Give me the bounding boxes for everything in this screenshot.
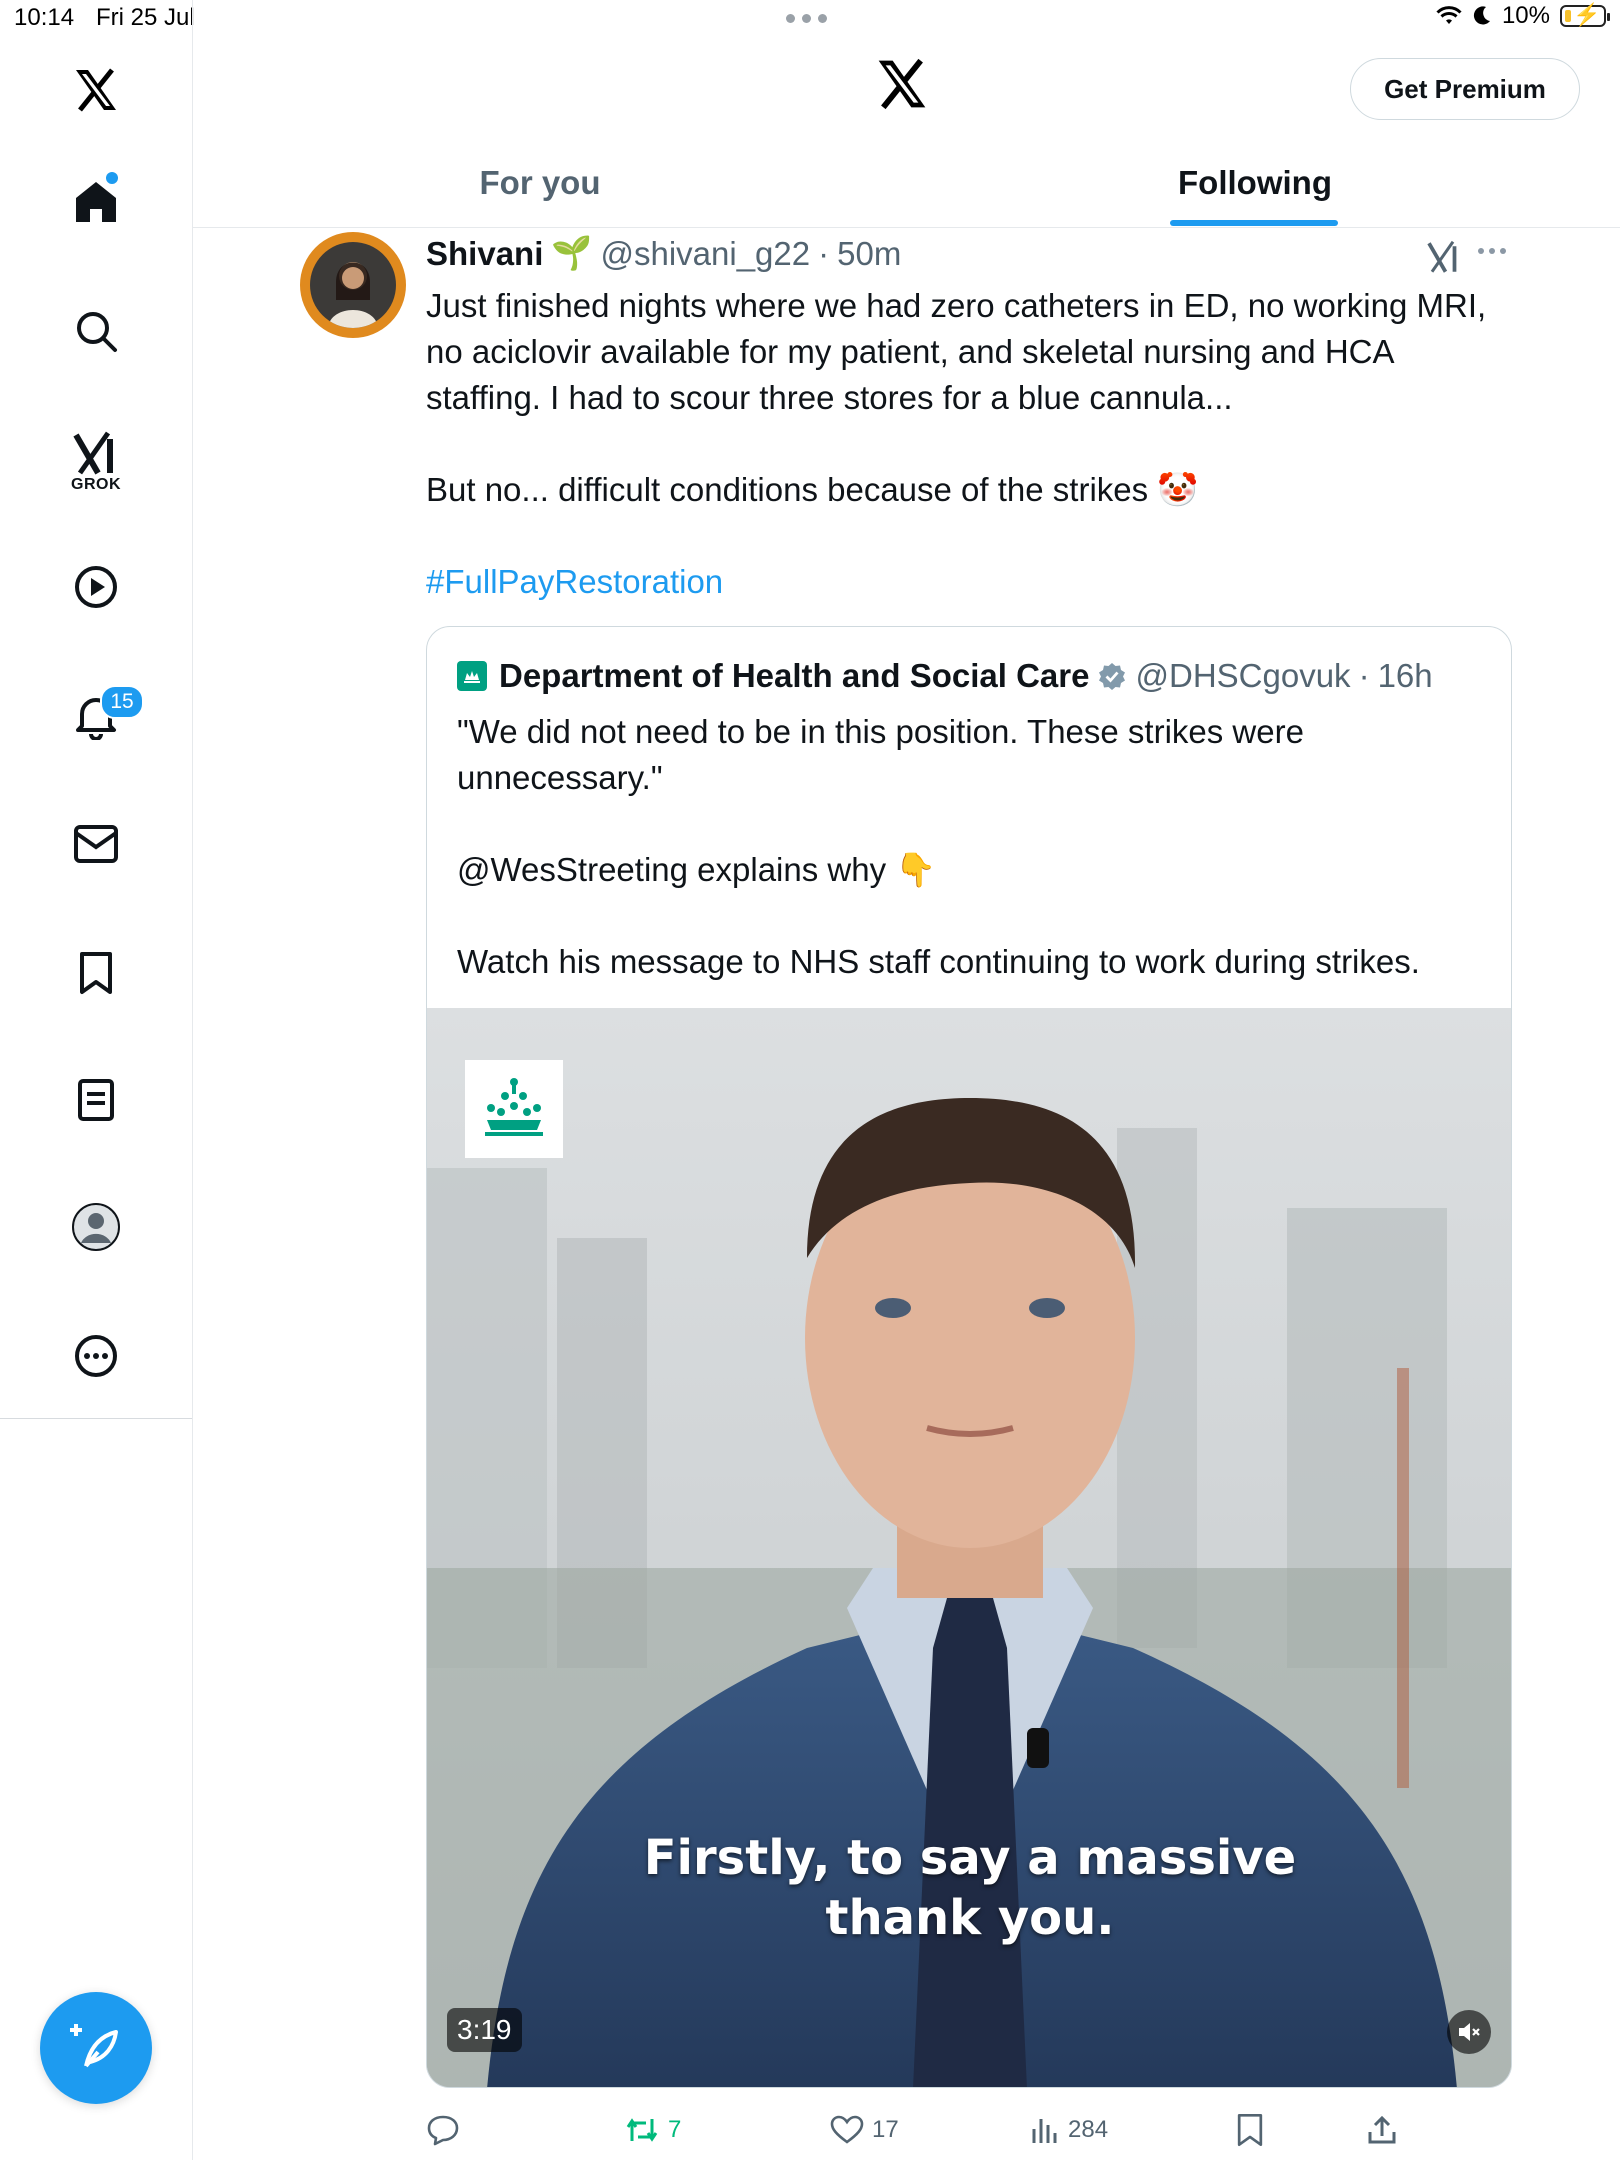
more-circle-icon — [75, 1335, 117, 1377]
wifi-icon — [1436, 6, 1462, 24]
views-button[interactable]: 284 — [1030, 2108, 1108, 2152]
compose-feather-icon — [70, 2024, 118, 2068]
home-icon — [76, 182, 116, 222]
quoted-line: unnecessary." — [457, 759, 663, 796]
pointing-down-emoji: 👇 — [895, 851, 937, 888]
grok-label: GROK — [71, 476, 121, 493]
subtitle-line: thank you. — [825, 1890, 1115, 1946]
like-button[interactable]: 17 — [830, 2108, 899, 2152]
sidebar-item-bookmarks[interactable] — [60, 937, 132, 1009]
dhsc-logo-icon — [457, 661, 487, 691]
video-player[interactable]: Firstly, to say a massive thank you. 3:1… — [427, 1008, 1511, 2087]
speaker-muted-icon — [1459, 2023, 1480, 2041]
author-avatar[interactable] — [300, 232, 406, 338]
grok-explain-icon[interactable] — [1426, 238, 1462, 279]
grok-icon — [73, 431, 113, 475]
reply-button[interactable] — [426, 2108, 460, 2152]
multitasking-dots[interactable] — [786, 14, 830, 24]
sidebar-divider — [0, 1418, 192, 1419]
tab-following[interactable]: Following — [1155, 158, 1355, 208]
separator-dot: · — [818, 234, 830, 272]
tweet-more-icon[interactable] — [1478, 248, 1506, 254]
quoted-tweet-time[interactable]: 16h — [1378, 657, 1433, 695]
compose-button[interactable] — [40, 1992, 152, 2104]
repost-icon — [626, 2118, 658, 2142]
author-emoji: 🌱 — [551, 234, 593, 271]
repost-count: 7 — [668, 2116, 682, 2143]
like-count: 17 — [872, 2116, 899, 2143]
profile-icon — [72, 1203, 120, 1251]
tab-for-you[interactable]: For you — [420, 158, 660, 208]
quoted-author-name[interactable]: Department of Health and Social Care — [499, 657, 1089, 695]
quoted-line: Watch his message to NHS staff continuin… — [457, 943, 1420, 980]
video-duration: 3:19 — [447, 2008, 522, 2052]
reply-icon — [427, 2115, 459, 2146]
video-subtitle: Firstly, to say a massive thank you. — [427, 1828, 1511, 1948]
mail-icon — [74, 825, 118, 863]
separator-dot: · — [1358, 657, 1370, 694]
tweet-author-line: Shivani 🌱 @shivani_g22 · 50m — [426, 234, 901, 273]
play-icon — [75, 566, 117, 608]
quoted-tweet[interactable]: Department of Health and Social Care @DH… — [426, 626, 1512, 2088]
views-chart-icon — [1032, 2119, 1057, 2143]
quoted-tweet-text: "We did not need to be in this position.… — [457, 709, 1487, 985]
sidebar-item-home[interactable] — [60, 166, 132, 238]
x-logo-header-icon[interactable] — [874, 56, 934, 120]
mention-link[interactable]: @WesStreeting — [457, 851, 688, 888]
share-icon — [1368, 2115, 1396, 2144]
repost-button[interactable]: 7 — [624, 2108, 681, 2152]
tweet-actions: 7 17 284 — [426, 2108, 1526, 2152]
subtitle-line: Firstly, to say a massive — [643, 1830, 1297, 1886]
bookmark-button[interactable] — [1236, 2108, 1264, 2152]
sidebar-item-profile[interactable] — [60, 1191, 132, 1263]
quoted-tweet-header: Department of Health and Social Care @DH… — [457, 657, 1433, 695]
quoted-line: @WesStreeting explains why 👇 — [457, 851, 937, 888]
verified-badge-icon — [1099, 663, 1126, 690]
heart-icon — [830, 2115, 864, 2144]
tweet-line: staffing. I had to scour three stores fo… — [426, 379, 1233, 416]
dhsc-crest-icon — [465, 1060, 563, 1158]
quoted-line: "We did not need to be in this position.… — [457, 713, 1304, 750]
bookmark-icon — [1237, 2113, 1263, 2147]
share-button[interactable] — [1366, 2108, 1398, 2152]
mute-button[interactable] — [1447, 2010, 1491, 2054]
sidebar-item-more[interactable] — [60, 1320, 132, 1392]
sidebar-item-video[interactable] — [60, 551, 132, 623]
header-divider — [192, 227, 1620, 228]
author-name[interactable]: Shivani — [426, 235, 543, 273]
get-premium-button[interactable]: Get Premium — [1350, 58, 1580, 120]
quoted-author-handle[interactable]: @DHSCgovuk — [1135, 657, 1350, 695]
hashtag-link[interactable]: #FullPayRestoration — [426, 559, 1526, 605]
home-new-indicator — [106, 172, 118, 184]
sidebar-item-explore[interactable] — [60, 295, 132, 367]
x-logo-icon[interactable] — [60, 54, 132, 126]
list-icon — [78, 1079, 114, 1121]
clown-emoji: 🤡 — [1157, 471, 1199, 508]
moon-icon — [1473, 6, 1490, 25]
tweet-time[interactable]: 50m — [837, 235, 901, 273]
views-count: 284 — [1068, 2116, 1109, 2143]
battery-percent: 10% — [1501, 2, 1550, 29]
tweet-line: no aciclovir available for my patient, a… — [426, 333, 1395, 370]
tweet-line: Just finished nights where we had zero c… — [426, 287, 1487, 324]
bookmark-icon — [80, 952, 112, 994]
tweet-line: But no... difficult conditions because o… — [426, 471, 1199, 508]
author-handle[interactable]: @shivani_g22 — [600, 235, 810, 273]
search-icon — [77, 312, 117, 352]
status-indicators: 10% ⚡ — [1436, 2, 1610, 30]
notifications-badge: 15 — [100, 685, 144, 719]
tweet-text: Just finished nights where we had zero c… — [426, 283, 1526, 605]
sidebar-item-lists[interactable] — [60, 1064, 132, 1136]
active-tab-indicator — [1170, 220, 1338, 226]
sidebar-item-messages[interactable] — [60, 808, 132, 880]
battery-icon: ⚡ — [1560, 2, 1610, 27]
